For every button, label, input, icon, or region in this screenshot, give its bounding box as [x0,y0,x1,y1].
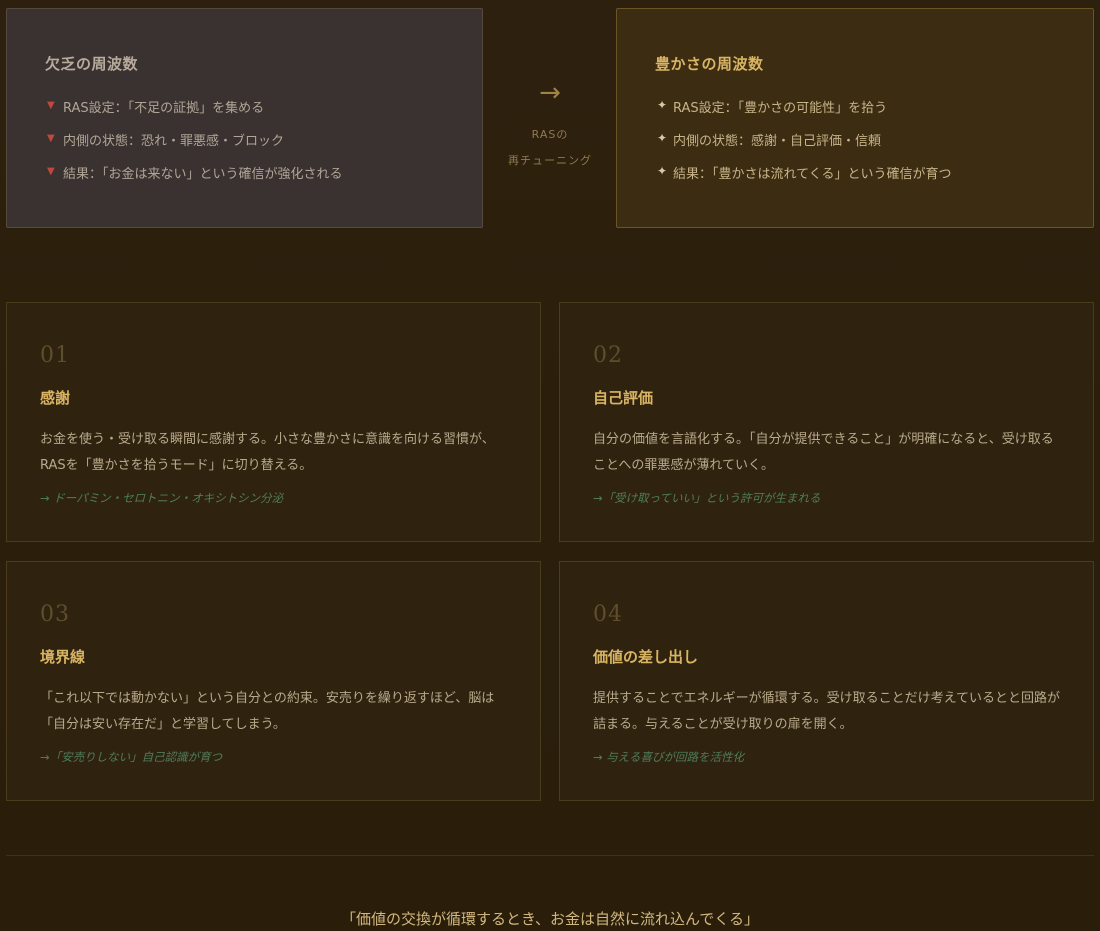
card-title: 境界線 [40,648,86,666]
card-number: 01 [40,343,70,368]
card-body: 「これ以下では動かない」という自分との約束。安売りを繰り返すほど、脳は「自分は安… [40,691,495,732]
card-number: 02 [593,343,623,368]
card-title: 価値の差し出し [593,648,699,666]
ras-retuning-transition: → RASの 再チューニング [486,78,614,174]
transition-label-line2: 再チューニング [508,154,592,167]
abundance-list: ✦ RAS設定：「豊かさの可能性」を拾う ✦ 内側の状態：感謝・自己評価・信頼 … [657,97,951,196]
card-note: → ドーパミン・セロトニン・オキシトシン分泌 [40,491,284,505]
abundance-item-text: 内側の状態：感謝・自己評価・信頼 [673,134,882,149]
abundance-item: ✦ 結果：「豊かさは流れてくる」という確信が育つ [657,163,951,196]
card-title: 自己評価 [593,389,654,407]
card-body: 提供することでエネルギーが循環する。受け取ることだけ考えているとと回路が詰まる。… [593,691,1060,732]
abundance-item: ✦ 内側の状態：感謝・自己評価・信頼 [657,130,951,163]
abundance-title: 豊かさの周波数 [655,55,764,73]
card-body: お金を使う・受け取る瞬間に感謝する。小さな豊かさに意識を向ける習慣が、RASを「… [40,432,495,473]
closing-quote: 「価値の交換が循環するとき、お金は自然に流れ込んでくる」 [341,910,759,928]
triangle-down-icon: ▼ [47,133,55,144]
practice-card-boundaries: 03 境界線 「これ以下では動かない」という自分との約束。安売りを繰り返すほど、… [6,561,541,801]
triangle-down-icon: ▼ [47,100,55,111]
card-note: →「受け取っていい」という許可が生まれる [593,491,821,505]
scarcity-frequency-panel: 欠乏の周波数 ▼ RAS設定：「不足の証拠」を集める ▼ 内側の状態：恐れ・罪悪… [6,8,483,228]
scarcity-item: ▼ RAS設定：「不足の証拠」を集める [47,97,343,130]
abundance-item-text: 結果：「豊かさは流れてくる」という確信が育つ [673,167,952,182]
card-number: 03 [40,602,70,627]
section-divider [6,855,1094,856]
scarcity-item-text: RAS設定：「不足の証拠」を集める [63,101,265,116]
transition-label-line1: RASの [531,128,569,141]
sparkle-icon: ✦ [657,131,668,145]
card-number: 04 [593,602,623,627]
scarcity-title: 欠乏の周波数 [45,55,139,73]
abundance-frequency-panel: 豊かさの周波数 ✦ RAS設定：「豊かさの可能性」を拾う ✦ 内側の状態：感謝・… [616,8,1094,228]
practice-card-self-worth: 02 自己評価 自分の価値を言語化する。「自分が提供できること」が明確になると、… [559,302,1094,542]
arrow-right-icon: → [539,78,561,108]
scarcity-item: ▼ 内側の状態：恐れ・罪悪感・ブロック [47,130,343,163]
card-note: →「安売りしない」自己認識が育つ [40,750,223,764]
card-title: 感謝 [40,389,71,407]
abundance-item: ✦ RAS設定：「豊かさの可能性」を拾う [657,97,951,130]
scarcity-item-text: 内側の状態：恐れ・罪悪感・ブロック [63,134,285,149]
scarcity-list: ▼ RAS設定：「不足の証拠」を集める ▼ 内側の状態：恐れ・罪悪感・ブロック … [47,97,343,196]
card-body: 自分の価値を言語化する。「自分が提供できること」が明確になると、受け取ることへの… [593,432,1054,473]
practice-card-gratitude: 01 感謝 お金を使う・受け取る瞬間に感謝する。小さな豊かさに意識を向ける習慣が… [6,302,541,542]
scarcity-item: ▼ 結果：「お金は来ない」という確信が強化される [47,163,343,196]
abundance-item-text: RAS設定：「豊かさの可能性」を拾う [673,101,888,116]
transition-label: RASの 再チューニング [486,122,614,174]
sparkle-icon: ✦ [657,164,668,178]
scarcity-item-text: 結果：「お金は来ない」という確信が強化される [63,167,343,182]
card-note: → 与える喜びが回路を活性化 [593,750,744,764]
practice-card-offering-value: 04 価値の差し出し 提供することでエネルギーが循環する。受け取ることだけ考えて… [559,561,1094,801]
triangle-down-icon: ▼ [47,166,55,177]
sparkle-icon: ✦ [657,98,668,112]
